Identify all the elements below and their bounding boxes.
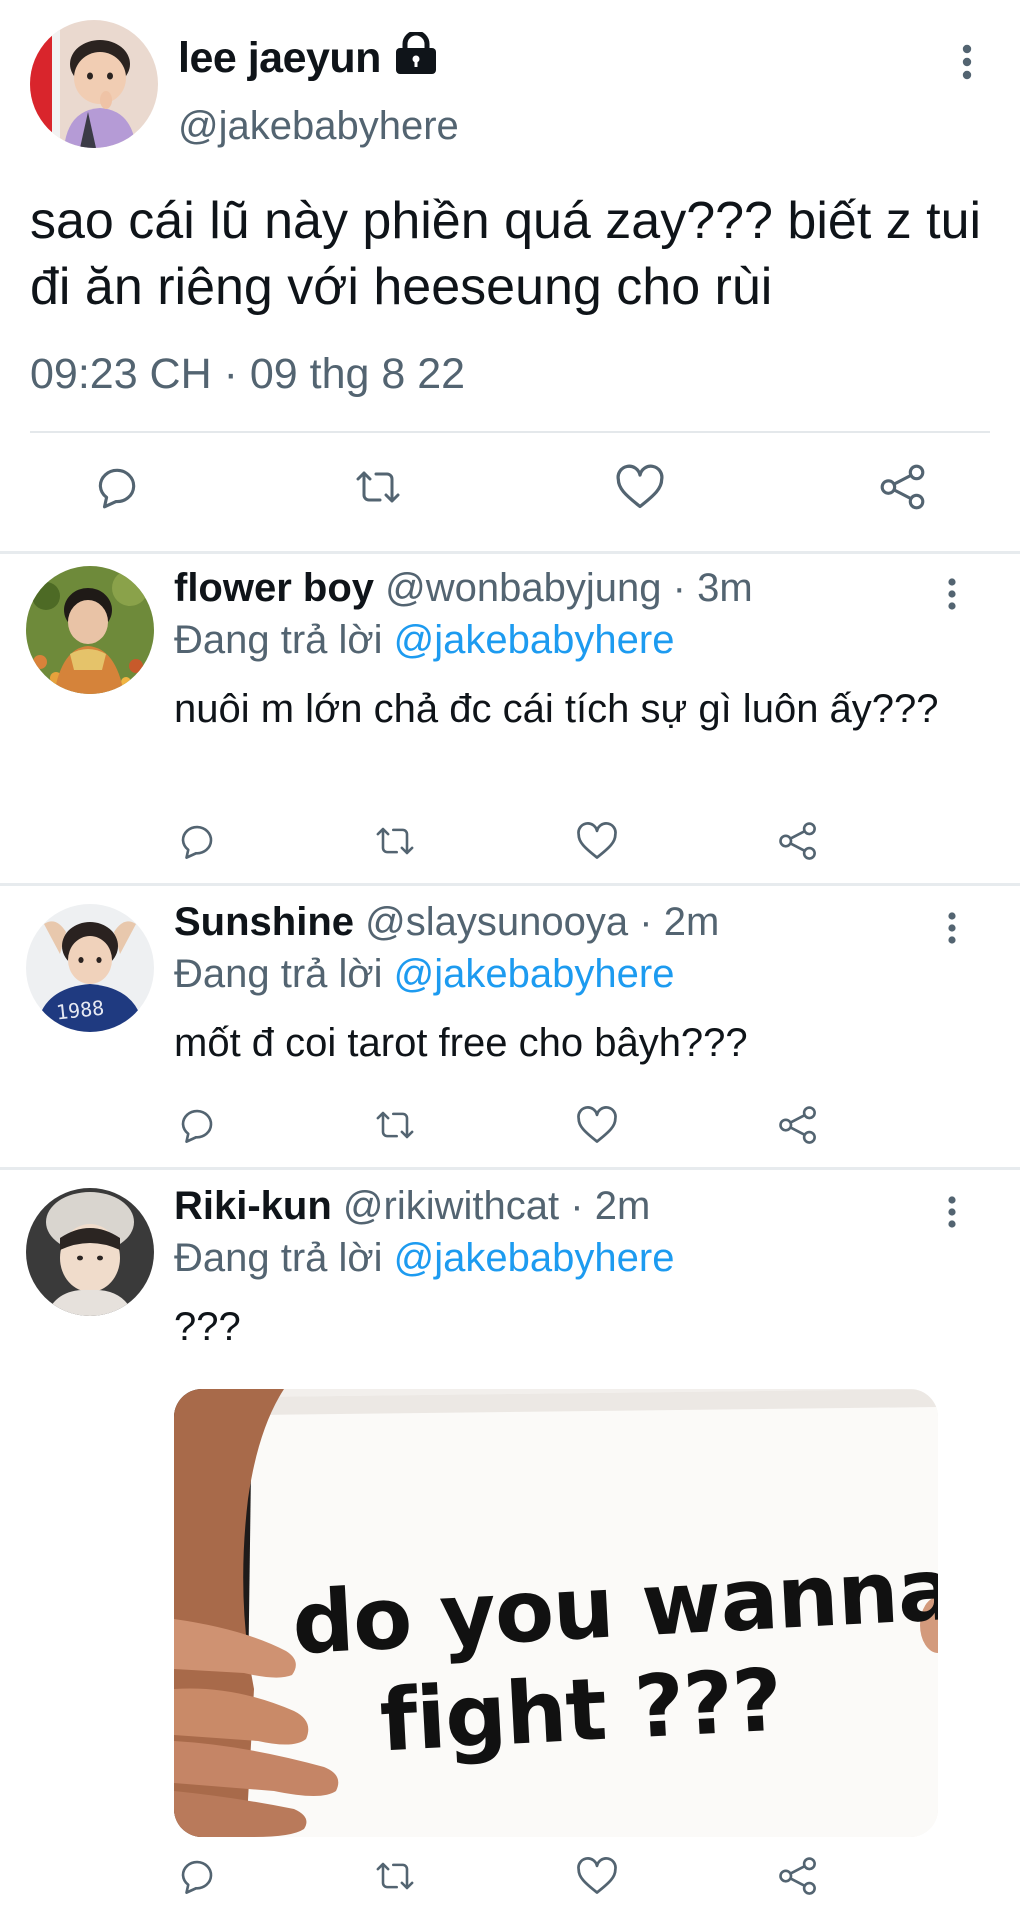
separator-dot: · (672, 566, 686, 610)
share-icon[interactable] (777, 1855, 819, 1897)
display-name[interactable]: Riki-kun (174, 1184, 332, 1228)
reply-text: nuôi m lớn chả đc cái tích sự gì luôn ấy… (174, 687, 939, 731)
mention-link[interactable]: @jakebabyhere (394, 618, 675, 662)
more-icon[interactable] (942, 912, 962, 944)
separator-dot: · (639, 900, 653, 944)
replying-to-label: Đang trả lời (174, 1236, 383, 1280)
share-icon[interactable] (777, 820, 819, 862)
reply-icon[interactable] (176, 1855, 218, 1897)
avatar[interactable]: 1988 (26, 904, 154, 1032)
reply-icon[interactable] (176, 1104, 218, 1146)
reply-text: mốt đ coi tarot free cho bâyh??? (174, 1021, 748, 1065)
display-name[interactable]: flower boy (174, 566, 374, 610)
avatar-sweater-text: 1988 (54, 995, 106, 1025)
reply-text: ??? (174, 1305, 241, 1349)
retweet-icon[interactable] (371, 1855, 419, 1897)
retweet-icon[interactable] (371, 1104, 419, 1146)
lock-icon (394, 32, 438, 76)
separator-dot: · (570, 1184, 584, 1228)
more-icon[interactable] (942, 1196, 962, 1228)
mention-link[interactable]: @jakebabyhere (394, 952, 675, 996)
avatar[interactable] (26, 1188, 154, 1316)
display-name[interactable]: Sunshine (174, 900, 354, 944)
reply-icon[interactable] (176, 820, 218, 862)
attached-image[interactable]: do you wanna fight ??? (174, 1389, 938, 1837)
reply-header: flower boy @wonbabyjung · 3m (174, 566, 753, 611)
reply-icon[interactable] (92, 462, 142, 512)
tweet-timestamp: 09:23 CH · 09 thg 8 22 (30, 350, 466, 398)
reply-time: 2m (594, 1184, 651, 1228)
handle[interactable]: @jakebabyhere (178, 104, 459, 149)
more-icon[interactable] (942, 578, 962, 610)
like-icon[interactable] (575, 820, 619, 862)
retweet-icon[interactable] (371, 820, 419, 862)
handle[interactable]: @wonbabyjung (385, 566, 661, 610)
main-tweet: lee jaeyun @jakebabyhere sao cái lũ này … (0, 0, 1020, 551)
reply-header: Riki-kun @rikiwithcat · 2m (174, 1184, 650, 1229)
reply-time: 2m (663, 900, 720, 944)
replying-to: Đang trả lời @jakebabyhere (174, 618, 674, 663)
handle[interactable]: @slaysunooya (365, 900, 628, 944)
replying-to-label: Đang trả lời (174, 618, 383, 662)
display-name[interactable]: lee jaeyun (178, 34, 381, 83)
share-icon[interactable] (777, 1104, 819, 1146)
retweet-icon[interactable] (350, 462, 406, 512)
sign-text-line2: fight ??? (377, 1650, 784, 1772)
like-icon[interactable] (575, 1855, 619, 1897)
like-icon[interactable] (614, 462, 666, 512)
reply-tweet[interactable]: 1988 Sunshine @slaysunooya · 2m Đang trả… (0, 886, 1020, 1167)
divider (30, 431, 990, 433)
reply-tweet[interactable]: flower boy @wonbabyjung · 3m Đang trả lờ… (0, 554, 1020, 883)
tweet-text: sao cái lũ này phiền quá zay??? biết z t… (30, 192, 982, 316)
avatar[interactable] (30, 20, 158, 148)
replying-to: Đang trả lời @jakebabyhere (174, 1236, 674, 1281)
share-icon[interactable] (878, 462, 928, 512)
replying-to-label: Đang trả lời (174, 952, 383, 996)
avatar[interactable] (26, 566, 154, 694)
mention-link[interactable]: @jakebabyhere (394, 1236, 675, 1280)
reply-header: Sunshine @slaysunooya · 2m (174, 900, 719, 945)
like-icon[interactable] (575, 1104, 619, 1146)
replying-to: Đang trả lời @jakebabyhere (174, 952, 674, 997)
more-icon[interactable] (954, 44, 980, 80)
reply-time: 3m (697, 566, 753, 610)
handle[interactable]: @rikiwithcat (343, 1184, 559, 1228)
